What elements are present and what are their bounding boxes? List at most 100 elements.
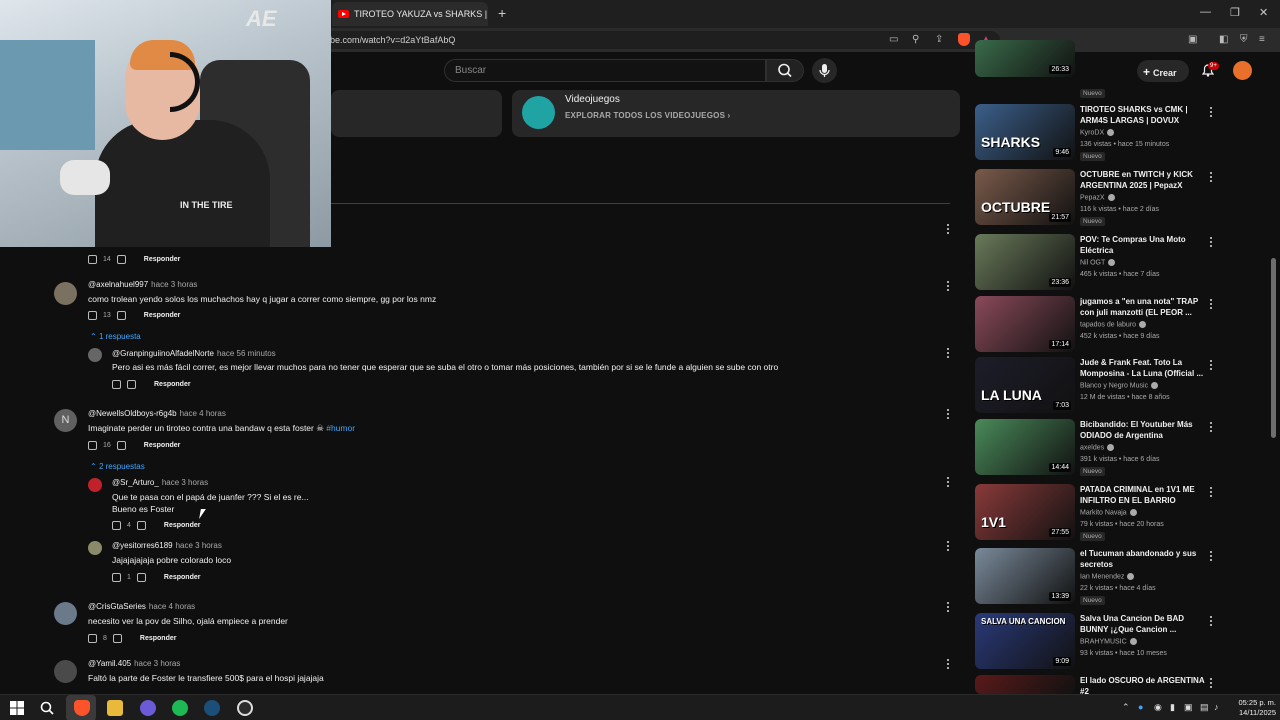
- tray-mic-icon[interactable]: ▮: [1170, 702, 1175, 713]
- close-icon[interactable]: ✕: [1259, 6, 1268, 19]
- comment-author[interactable]: @GranpinguiinoAlfadelNorte hace 56 minuto…: [112, 349, 276, 358]
- comment-menu-icon[interactable]: [947, 281, 950, 293]
- channel-name[interactable]: tapados de laburo: [1080, 321, 1147, 328]
- video-title[interactable]: TIROTEO SHARKS vs CMK | ARM4S LARGAS | D…: [1080, 104, 1205, 126]
- video-thumbnail[interactable]: 17:14: [975, 296, 1075, 352]
- comment-author[interactable]: @yesitorres6189 hace 3 horas: [112, 541, 222, 550]
- replies-toggle[interactable]: ⌃ 1 respuesta: [90, 332, 141, 341]
- vpn-icon[interactable]: ⛨: [1240, 34, 1248, 45]
- comment-menu-icon[interactable]: [947, 348, 950, 360]
- comment-menu-icon[interactable]: [947, 477, 950, 489]
- comment-author[interactable]: @Sr_Arturo_ hace 3 horas: [112, 478, 208, 487]
- like-icon[interactable]: [88, 311, 97, 320]
- recommended-video[interactable]: 17:14 jugamos a "en una nota" TRAP con ju…: [975, 296, 1220, 354]
- steam-icon[interactable]: [204, 700, 220, 716]
- video-menu-icon[interactable]: [1210, 237, 1213, 249]
- recommended-video[interactable]: LA LUNA 7:03 Jude & Frank Feat. Toto La Mo…: [975, 357, 1220, 415]
- video-thumbnail[interactable]: 1V1 27:55: [975, 484, 1075, 540]
- tray-discord-icon[interactable]: ◉: [1154, 702, 1162, 713]
- video-title[interactable]: Bicibandido: El Youtuber Más ODIADO de A…: [1080, 419, 1205, 441]
- share-icon[interactable]: ⇪: [935, 34, 943, 45]
- channel-name[interactable]: axeldes: [1080, 444, 1115, 451]
- reply-button[interactable]: Responder: [164, 574, 201, 581]
- video-title[interactable]: jugamos a "en una nota" TRAP con juli ma…: [1080, 296, 1205, 318]
- reply-button[interactable]: Responder: [164, 522, 201, 529]
- like-icon[interactable]: [88, 441, 97, 450]
- video-thumbnail[interactable]: OCTUBRE 21:57: [975, 169, 1075, 225]
- reply-button[interactable]: Responder: [144, 256, 181, 263]
- video-title[interactable]: Salva Una Cancion De BAD BUNNY ¡¿Que Can…: [1080, 613, 1205, 635]
- replies-toggle[interactable]: ⌃ 2 respuestas: [90, 462, 145, 471]
- like-icon[interactable]: [88, 255, 97, 264]
- video-thumbnail[interactable]: SALVA UNA CANCION 9:09: [975, 613, 1075, 669]
- video-thumbnail[interactable]: 13:39: [975, 548, 1075, 604]
- avatar[interactable]: N: [54, 409, 77, 432]
- comment-menu-icon[interactable]: [947, 541, 950, 553]
- video-title[interactable]: el Tucuman abandonado y sus secretos: [1080, 548, 1205, 570]
- video-thumbnail[interactable]: 26:33: [975, 40, 1075, 77]
- like-icon[interactable]: [88, 634, 97, 643]
- video-thumbnail[interactable]: SHARKS 9:46: [975, 104, 1075, 160]
- obs-icon[interactable]: [237, 700, 253, 716]
- category-explore-link[interactable]: EXPLORAR TODOS LOS VIDEOJUEGOS ›: [565, 111, 730, 120]
- search-input[interactable]: Buscar: [444, 59, 766, 82]
- tab-current-video[interactable]: TIROTEO YAKUZA vs SHARKS | ARM4: [332, 2, 488, 26]
- avatar[interactable]: [88, 348, 102, 362]
- video-menu-icon[interactable]: [1210, 678, 1213, 690]
- reply-button[interactable]: Responder: [140, 635, 177, 642]
- channel-name[interactable]: KyroDX: [1080, 129, 1115, 136]
- video-thumbnail[interactable]: #2: [975, 675, 1075, 694]
- video-title[interactable]: Jude & Frank Feat. Toto La Momposina - L…: [1080, 357, 1205, 379]
- wallet-icon[interactable]: ▣: [1188, 34, 1197, 45]
- comment-menu-icon[interactable]: [947, 602, 950, 614]
- search-button[interactable]: [766, 59, 804, 82]
- reply-button[interactable]: Responder: [144, 442, 181, 449]
- recommended-video[interactable]: #2 El lado OSCURO de ARGENTINA #2: [975, 675, 1220, 694]
- video-menu-icon[interactable]: [1210, 299, 1213, 311]
- video-title[interactable]: PATADA CRIMINAL en 1V1 ME INFILTRO EN EL…: [1080, 484, 1205, 506]
- recommended-video[interactable]: OCTUBRE 21:57 OCTUBRE en TWITCH y KICK ARG…: [975, 169, 1220, 227]
- recommended-video[interactable]: 23:36 POV: Te Compras Una Moto Eléctrica N…: [975, 234, 1220, 292]
- like-icon[interactable]: [112, 380, 121, 389]
- brave-shields-icon[interactable]: [958, 33, 970, 46]
- comment-author[interactable]: @NewellsOldboys-r6g4b hace 4 horas: [88, 409, 226, 418]
- zoom-icon[interactable]: ⚲: [912, 34, 919, 45]
- video-menu-icon[interactable]: [1210, 487, 1213, 499]
- brave-browser-icon[interactable]: [74, 700, 90, 716]
- video-thumbnail[interactable]: 23:36: [975, 234, 1075, 290]
- spotify-icon[interactable]: [172, 700, 188, 716]
- voice-search-button[interactable]: [812, 58, 837, 83]
- recommended-video[interactable]: 13:39 el Tucuman abandonado y sus secreto…: [975, 548, 1220, 606]
- tray-app-icon[interactable]: ▣: [1184, 702, 1193, 713]
- video-title[interactable]: POV: Te Compras Una Moto Eléctrica: [1080, 234, 1205, 256]
- dislike-icon[interactable]: [136, 521, 146, 530]
- channel-name[interactable]: Markito Navaja: [1080, 509, 1137, 516]
- tray-overflow-icon[interactable]: ⌃: [1122, 702, 1130, 713]
- avatar[interactable]: [54, 660, 77, 683]
- account-avatar[interactable]: [1233, 61, 1252, 80]
- recommended-video[interactable]: SHARKS 9:46 TIROTEO SHARKS vs CMK | ARM4S …: [975, 104, 1220, 162]
- reply-button[interactable]: Responder: [144, 312, 181, 319]
- comment-author[interactable]: @Yamil.405 hace 3 horas: [88, 659, 180, 668]
- volume-icon[interactable]: ♪: [1214, 702, 1219, 712]
- cast-icon[interactable]: ▭: [889, 34, 898, 45]
- dislike-icon[interactable]: [116, 441, 126, 450]
- dislike-icon[interactable]: [116, 311, 126, 320]
- channel-name[interactable]: Ian Menendez: [1080, 573, 1135, 580]
- system-clock[interactable]: 05:25 p. m. 14/11/2025: [1228, 698, 1276, 718]
- video-menu-icon[interactable]: [1210, 551, 1213, 563]
- video-title[interactable]: El lado OSCURO de ARGENTINA #2: [1080, 675, 1205, 694]
- new-tab-button[interactable]: +: [498, 5, 506, 21]
- channel-name[interactable]: Blanco y Negro Music: [1080, 382, 1159, 389]
- channel-name[interactable]: BRAHYMUSIC: [1080, 638, 1137, 645]
- channel-name[interactable]: PepazX: [1080, 194, 1115, 201]
- comment-menu-icon[interactable]: [947, 224, 950, 236]
- reply-button[interactable]: Responder: [154, 381, 191, 388]
- search-icon[interactable]: [39, 700, 55, 716]
- recommended-video[interactable]: 1V1 27:55 PATADA CRIMINAL en 1V1 ME INFILT…: [975, 484, 1220, 542]
- category-card-videojuegos[interactable]: Videojuegos EXPLORAR TODOS LOS VIDEOJUEG…: [512, 90, 960, 137]
- minimize-icon[interactable]: —: [1200, 6, 1211, 18]
- video-menu-icon[interactable]: [1210, 422, 1213, 434]
- avatar[interactable]: [88, 478, 102, 492]
- avatar[interactable]: [54, 602, 77, 625]
